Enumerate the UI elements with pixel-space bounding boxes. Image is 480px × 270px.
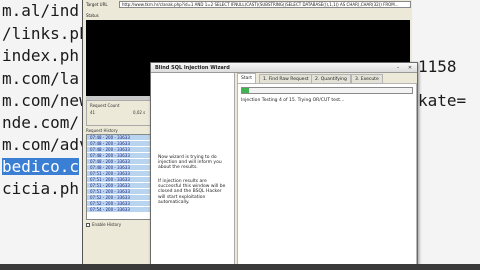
enable-history-row[interactable]: Enable History xyxy=(86,222,121,227)
target-url-input[interactable]: http://www.tkrn.hr/clanak.php?id=1 AND 1… xyxy=(119,1,411,8)
wizard-info-text-2: If injection results are successful this… xyxy=(158,179,226,205)
injection-progress-fill xyxy=(242,88,249,93)
terminal-line: 1158 xyxy=(418,57,457,76)
enable-history-checkbox[interactable] xyxy=(86,223,90,227)
request-count-panel: Request Count 41 0,02 s xyxy=(86,100,152,126)
terminal-line-highlighted: bedico.c xyxy=(2,157,80,176)
terminal-line: kate= xyxy=(418,91,467,110)
enable-history-label: Enable History xyxy=(92,222,122,227)
elapsed-value: 0,02 s xyxy=(133,110,146,115)
minimize-icon[interactable]: – xyxy=(395,65,401,71)
wizard-info-text-1: Now wizard is trying to do injection and… xyxy=(158,155,222,171)
terminal-line: nde.com/ xyxy=(2,113,80,132)
terminal-line: m.com/new xyxy=(2,91,82,110)
target-url-label: Target URL xyxy=(86,2,108,7)
wizard-tabs: Start 1. Find Raw Request 2. Quantifying… xyxy=(237,73,417,83)
tab-execute[interactable]: 3. Execute xyxy=(351,74,383,83)
terminal-line: m.al/ind xyxy=(2,1,80,20)
history-item[interactable]: 07:54 - 200 - 33633 xyxy=(87,207,151,213)
request-history-label: Request History xyxy=(86,128,118,133)
taskbar xyxy=(0,264,480,270)
wizard-info-panel: Now wizard is trying to do injection and… xyxy=(151,73,235,269)
tab-start[interactable]: Start xyxy=(237,73,256,83)
terminal-line: /links.ph xyxy=(2,24,82,43)
tab-find-raw-request[interactable]: 1. Find Raw Request xyxy=(259,74,313,83)
wizard-body: Injection Testing 4 of 15. Trying OR/CUT… xyxy=(237,83,417,269)
injection-progress-bar xyxy=(241,87,413,94)
request-history-list[interactable]: 07:48 - 200 - 33633 07:48 - 200 - 33633 … xyxy=(86,134,152,220)
request-count-value: 41 xyxy=(90,110,96,115)
wizard-titlebar: Blind SQL Injection Wizard – ✕ xyxy=(151,63,417,73)
blind-sql-injection-wizard: Blind SQL Injection Wizard – ✕ Now wizar… xyxy=(150,62,418,270)
background-terminal-right: 1158 kate= xyxy=(412,0,480,270)
terminal-line: m.com/adv/ xyxy=(2,135,82,154)
terminal-line: cicia.ph xyxy=(2,179,80,198)
request-count-label: Request Count xyxy=(90,103,120,108)
wizard-title: Blind SQL Injection Wizard xyxy=(155,65,230,71)
close-icon[interactable]: ✕ xyxy=(407,65,413,71)
injection-status-message: Injection Testing 4 of 15. Trying OR/CUT… xyxy=(241,98,345,103)
background-terminal-left: m.al/ind /links.ph index.ph m.com/la m.c… xyxy=(0,0,82,270)
tab-quantifying[interactable]: 2. Quantifying xyxy=(311,74,351,83)
status-label: Status xyxy=(86,13,99,18)
terminal-line: index.ph xyxy=(2,46,80,65)
terminal-line: m.com/la xyxy=(2,69,80,88)
